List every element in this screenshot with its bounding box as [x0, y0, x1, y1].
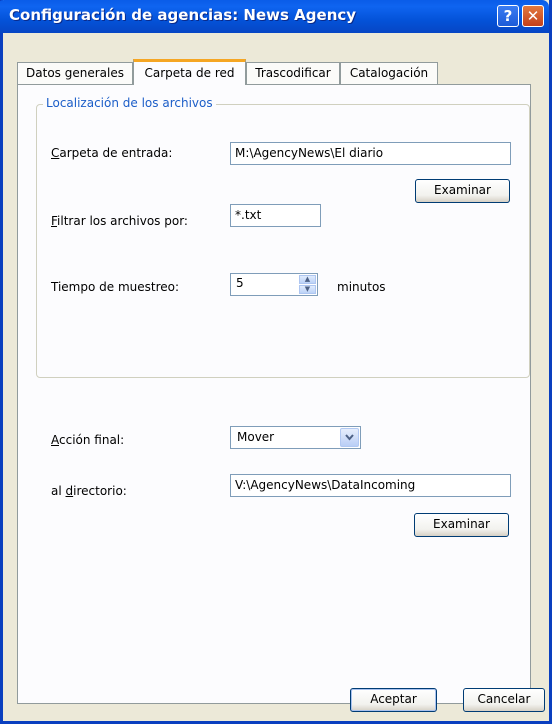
final-action-select[interactable]: Mover — [230, 426, 361, 449]
sampling-label: Tiempo de muestreo: — [51, 280, 180, 294]
browse-input-folder-button[interactable]: Examinar — [415, 179, 510, 203]
ok-button[interactable]: Aceptar — [350, 688, 437, 712]
input-folder-label: Carpeta de entrada: — [51, 146, 173, 160]
tab-datos-generales[interactable]: Datos generales — [17, 62, 133, 84]
tab-carpeta-de-red[interactable]: Carpeta de red — [133, 59, 246, 85]
tab-catalogacion[interactable]: Catalogación — [340, 62, 438, 84]
cancel-button[interactable]: Cancelar — [463, 688, 545, 712]
input-folder-field[interactable]: M:\AgencyNews\El diario — [230, 142, 511, 165]
browse-target-dir-button[interactable]: Examinar — [414, 513, 509, 537]
filter-field[interactable]: *.txt — [230, 204, 321, 227]
sampling-stepper[interactable]: 5 ▲ ▼ — [230, 273, 318, 296]
title-bar[interactable]: Configuración de agencias: News Agency ?… — [0, 0, 549, 33]
sampling-value: 5 — [236, 276, 244, 290]
filter-label: Filtrar los archivos por: — [51, 214, 188, 228]
target-dir-label: al directorio: — [51, 484, 127, 498]
spin-down-icon[interactable]: ▼ — [299, 285, 316, 294]
help-button[interactable]: ? — [497, 5, 519, 27]
tab-trascodificar[interactable]: Trascodificar — [246, 62, 340, 84]
spin-up-icon[interactable]: ▲ — [299, 275, 316, 284]
chevron-down-icon[interactable] — [340, 428, 359, 447]
final-action-label: Acción final: — [51, 433, 125, 447]
group-legend: Localización de los archivos — [43, 96, 216, 110]
window-title: Configuración de agencias: News Agency — [9, 6, 357, 24]
sampling-unit: minutos — [337, 280, 386, 294]
close-button[interactable]: ✕ — [522, 5, 544, 27]
final-action-value: Mover — [237, 430, 275, 444]
target-dir-field[interactable]: V:\AgencyNews\DataIncoming — [230, 474, 511, 497]
